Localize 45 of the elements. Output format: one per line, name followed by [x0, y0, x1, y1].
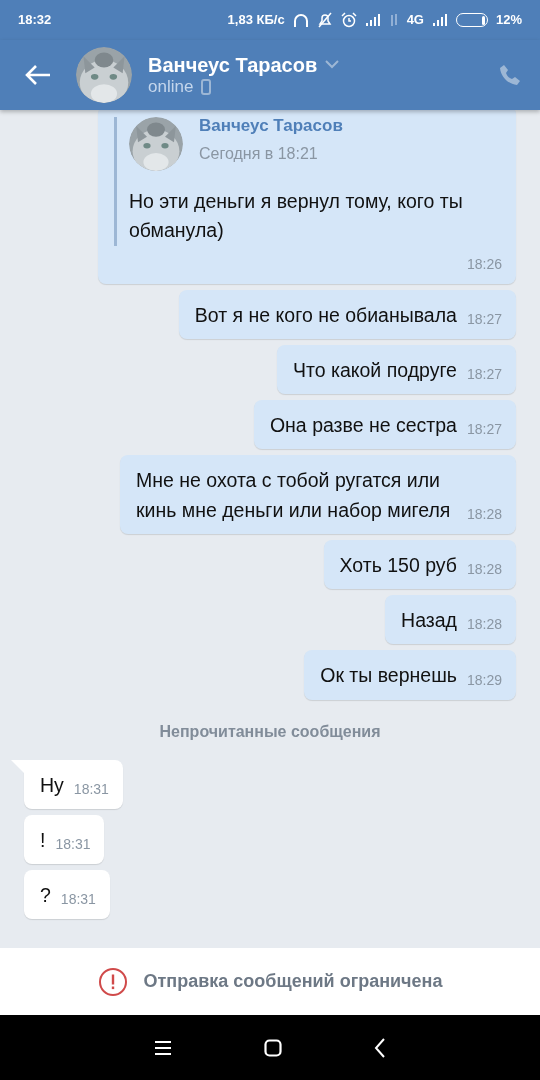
message-text: Назад [401, 608, 457, 633]
online-status: online [148, 76, 194, 98]
alarm-icon [340, 12, 357, 28]
message-text: ? [40, 883, 51, 908]
network-type: 4G [406, 11, 424, 30]
message-text: Мне не охота с тобой ругатся или кинь мне деньги или набор мигеля [136, 468, 452, 523]
quoted-author: Ванчеус Тарасов [199, 117, 343, 134]
message-time: 18:31 [73, 779, 109, 799]
muted-bell-icon [316, 12, 333, 28]
network-speed: 1,83 КБ/с [227, 11, 285, 30]
unread-divider: Непрочитанные сообщения [158, 721, 382, 742]
message-time: 18:27 [466, 365, 502, 384]
message-time: 18:28 [466, 560, 502, 579]
message-time: 18:26 [466, 254, 502, 274]
message-text: Что какой подруге [293, 357, 457, 383]
restriction-notice: Отправка сообщений ограничена [143, 970, 443, 993]
signal-icon [364, 13, 381, 27]
battery-percent: 12% [495, 11, 522, 30]
message-time: 18:28 [466, 615, 502, 635]
message-text: Ок ты вернешь [320, 663, 457, 689]
chevron-down-icon [325, 60, 340, 70]
back-button[interactable] [24, 63, 52, 87]
message-time: 18:31 [55, 835, 91, 854]
menu-button[interactable] [154, 1040, 172, 1055]
phone-device-icon [201, 79, 212, 95]
message-text: ! [40, 827, 46, 853]
warning-icon [97, 966, 128, 997]
message-time: 18:29 [466, 670, 502, 690]
message-text: Хоть 150 руб [339, 552, 457, 578]
message-time: 18:27 [466, 420, 502, 440]
message-time: 18:31 [60, 890, 96, 910]
message-text: Ну [40, 772, 64, 798]
home-button[interactable] [264, 1038, 282, 1057]
clock-time: 18:32 [18, 11, 52, 30]
back-nav-button[interactable] [374, 1037, 386, 1058]
message-time: 18:27 [466, 309, 502, 329]
message-time: 18:28 [466, 504, 502, 524]
message-text: Вот я не кого не обианывала [194, 302, 457, 328]
headphones-icon [292, 12, 309, 28]
signal-icon [431, 13, 448, 27]
quoted-date: Сегодня в 18:21 [199, 144, 319, 164]
quoted-text: Но эти деньги я вернул тому, кого ты обманула) [129, 189, 464, 244]
data-arrows-icon [388, 13, 399, 27]
contact-name: Ванчеус Тарасов [148, 52, 318, 77]
message-text: Она разве не сестра [269, 413, 457, 438]
